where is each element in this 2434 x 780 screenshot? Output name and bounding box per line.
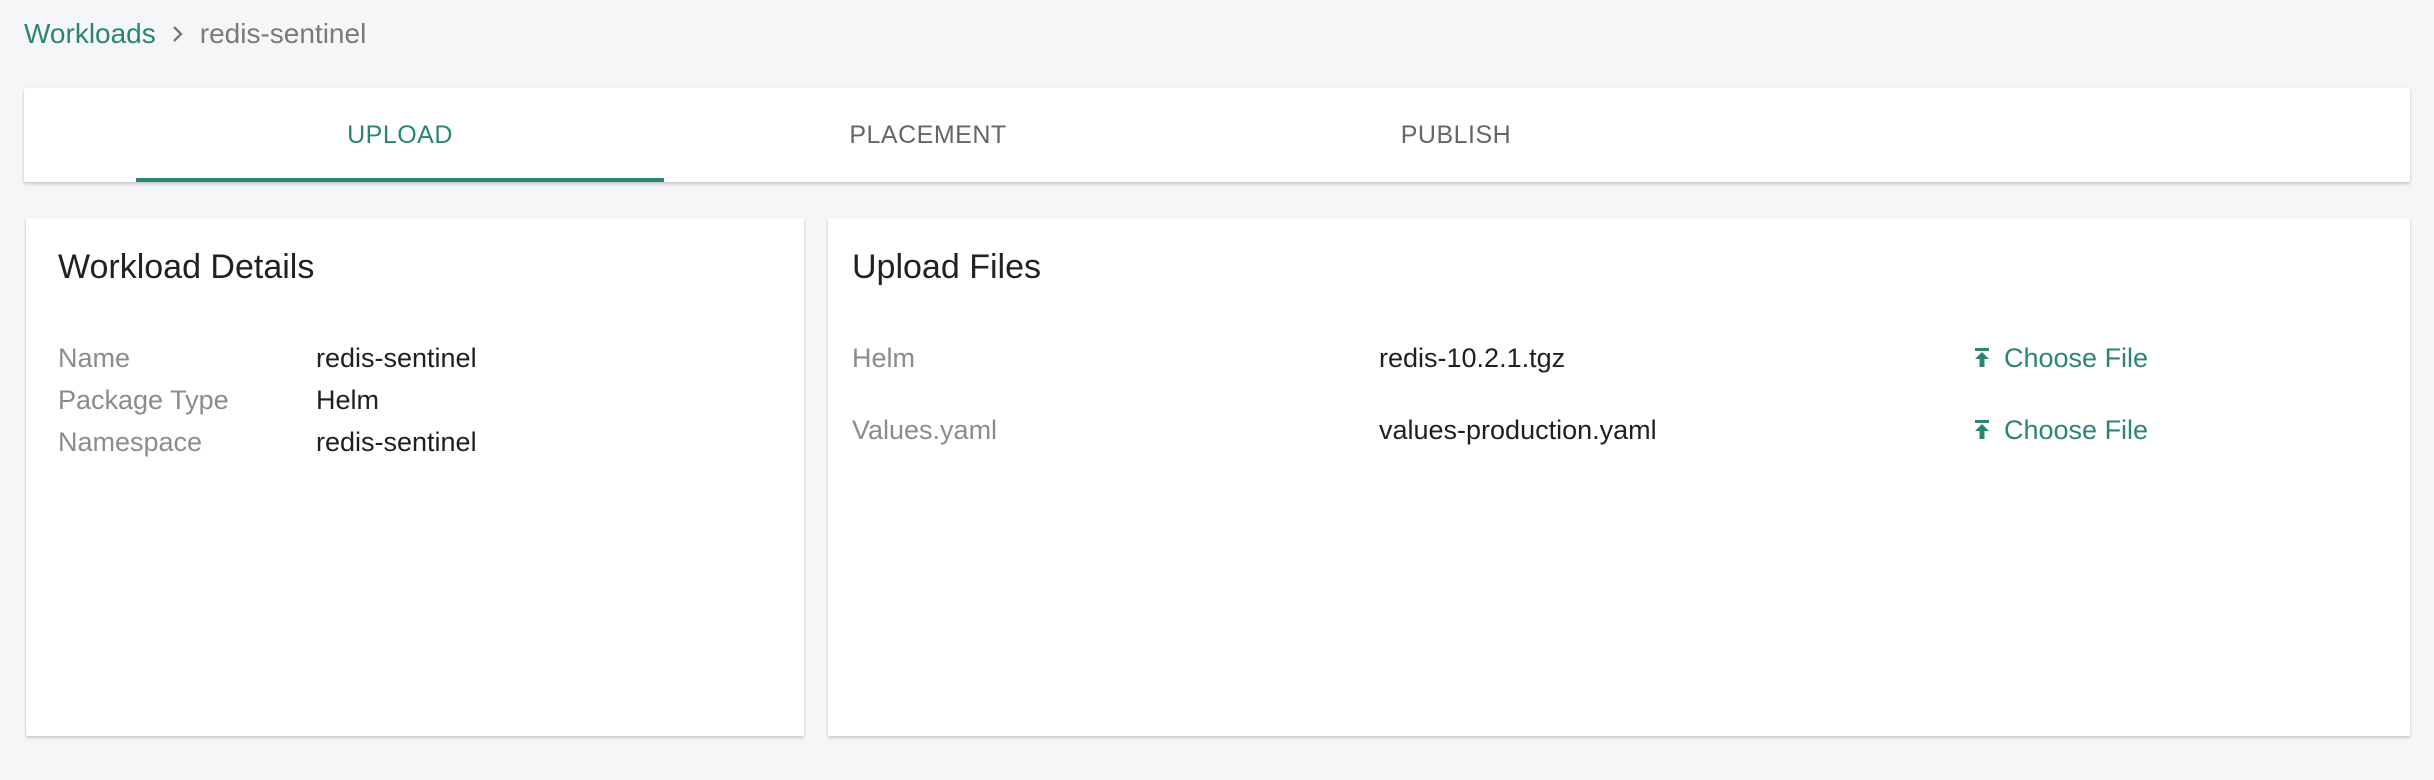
- choose-file-label: Choose File: [2004, 414, 2149, 445]
- detail-label: Name: [58, 342, 131, 373]
- workload-details-title: Workload Details: [58, 248, 315, 286]
- upload-icon: [1972, 346, 1992, 370]
- detail-row-package-type: Package Type Helm: [58, 380, 379, 420]
- upload-row-values-yaml: Values.yaml values-production.yaml Choos…: [852, 410, 2392, 450]
- upload-files-card: Upload Files Helm redis-10.2.1.tgz Choos…: [828, 218, 2410, 736]
- choose-file-button-helm[interactable]: Choose File: [1972, 338, 2148, 378]
- upload-filename: values-production.yaml: [1379, 414, 1657, 445]
- detail-row-namespace: Namespace redis-sentinel: [58, 422, 477, 462]
- detail-value: redis-sentinel: [316, 426, 477, 457]
- chevron-right-icon: [156, 24, 200, 44]
- upload-icon: [1972, 418, 1992, 442]
- workload-details-card: Workload Details Name redis-sentinel Pac…: [26, 218, 804, 736]
- breadcrumb-workloads-link[interactable]: Workloads: [24, 18, 156, 50]
- tab-placement[interactable]: PLACEMENT: [664, 88, 1192, 182]
- upload-filename: redis-10.2.1.tgz: [1379, 342, 1566, 373]
- detail-row-name: Name redis-sentinel: [58, 338, 477, 378]
- tab-publish[interactable]: PUBLISH: [1192, 88, 1720, 182]
- choose-file-label: Choose File: [2004, 342, 2149, 373]
- choose-file-button-values[interactable]: Choose File: [1972, 410, 2148, 450]
- upload-label: Values.yaml: [852, 414, 998, 445]
- step-tabs: UPLOAD PLACEMENT PUBLISH: [24, 88, 2410, 182]
- detail-value: Helm: [316, 384, 380, 415]
- detail-label: Package Type: [58, 384, 229, 415]
- detail-value: redis-sentinel: [316, 342, 477, 373]
- breadcrumb-current: redis-sentinel: [199, 18, 367, 49]
- tab-upload[interactable]: UPLOAD: [136, 88, 664, 182]
- upload-row-helm: Helm redis-10.2.1.tgz Choose File: [852, 338, 2392, 378]
- active-tab-indicator: [136, 178, 664, 182]
- upload-label: Helm: [852, 342, 916, 373]
- upload-files-title: Upload Files: [852, 248, 1041, 286]
- detail-label: Namespace: [58, 426, 203, 457]
- breadcrumb: Workloads redis-sentinel: [24, 16, 366, 52]
